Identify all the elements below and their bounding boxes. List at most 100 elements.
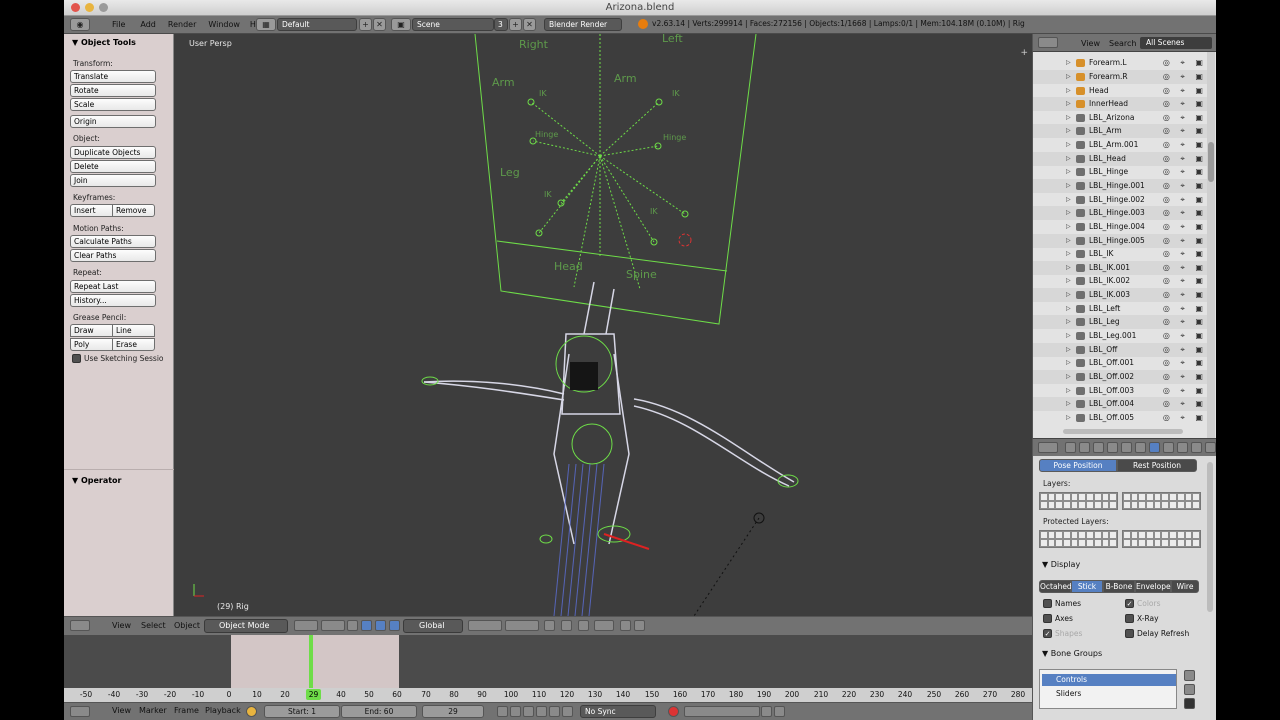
repeat-last-button[interactable]: Repeat Last	[70, 280, 156, 293]
constraints-tab-icon[interactable]	[1121, 442, 1132, 453]
visibility-icons[interactable]: ◎ ⌖ ▣	[1163, 317, 1207, 327]
scene-tab-icon[interactable]	[1079, 442, 1090, 453]
display-stick-button[interactable]: Stick	[1071, 580, 1103, 593]
visibility-icons[interactable]: ◎ ⌖ ▣	[1163, 345, 1207, 355]
list-item[interactable]: ▷ LBL_Left ◎ ⌖ ▣	[1033, 302, 1209, 316]
timeline-marker-menu[interactable]: Marker	[139, 706, 167, 715]
list-item[interactable]: ▷ LBL_Hinge ◎ ⌖ ▣	[1033, 165, 1209, 179]
erase-button[interactable]: Erase	[112, 338, 155, 351]
world-tab-icon[interactable]	[1093, 442, 1104, 453]
expand-arrow-icon[interactable]: ▷	[1066, 373, 1071, 380]
delay-refresh-checkbox[interactable]	[1125, 629, 1134, 638]
object-tab-icon[interactable]	[1107, 442, 1118, 453]
scale-manipulator-icon[interactable]	[389, 620, 400, 631]
mode-select[interactable]: Object Mode	[204, 619, 288, 633]
3d-viewport[interactable]: User Persp Right Left Arm Arm IK IK Hing…	[174, 34, 1032, 616]
display-section-header[interactable]: ▼ Display	[1042, 560, 1080, 569]
modifiers-tab-icon[interactable]	[1135, 442, 1146, 453]
object-tools-header[interactable]: ▼ Object Tools	[64, 34, 173, 50]
current-frame-field[interactable]: 29	[422, 705, 484, 718]
sync-mode-select[interactable]: No Sync	[580, 705, 656, 718]
pose-position-button[interactable]: Pose Position	[1039, 459, 1117, 472]
expand-arrow-icon[interactable]: ▷	[1066, 387, 1071, 394]
render-engine-select[interactable]: Blender Render	[544, 18, 622, 31]
armature-data-tab-icon[interactable]	[1149, 442, 1160, 453]
screen-layout-icon[interactable]: ▦	[256, 18, 276, 31]
remove-scene-icon[interactable]: ✕	[523, 18, 536, 31]
display-octahedral-button[interactable]: Octahed	[1039, 580, 1072, 593]
insert-keyframe-button[interactable]: Insert	[70, 204, 113, 217]
timeline-ruler[interactable]: -50 -40 -30 -20 -10 0 10 20 30 40 50 60 …	[64, 688, 1032, 702]
list-item[interactable]: ▷ LBL_IK.002 ◎ ⌖ ▣	[1033, 274, 1209, 288]
remove-keyframe-button[interactable]: Remove	[112, 204, 155, 217]
expand-arrow-icon[interactable]: ▷	[1066, 223, 1071, 230]
menu-window[interactable]: Window	[208, 20, 240, 29]
visibility-icons[interactable]: ◎ ⌖ ▣	[1163, 113, 1207, 123]
expand-arrow-icon[interactable]: ▷	[1066, 332, 1071, 339]
bone-groups-list[interactable]: Controls Sliders	[1039, 669, 1177, 709]
list-item[interactable]: Controls	[1042, 674, 1176, 686]
expand-arrow-icon[interactable]: ▷	[1066, 168, 1071, 175]
jump-next-key-icon[interactable]	[549, 706, 560, 717]
start-frame-field[interactable]: Start: 1	[264, 705, 340, 718]
visibility-icons[interactable]: ◎ ⌖ ▣	[1163, 195, 1207, 205]
join-button[interactable]: Join	[70, 174, 156, 187]
pivot-point-icon[interactable]	[321, 620, 345, 631]
layers-grid-2[interactable]	[1122, 492, 1201, 510]
list-item[interactable]: ▷ LBL_Off.005 ◎ ⌖ ▣	[1033, 411, 1209, 425]
rotate-manipulator-icon[interactable]	[375, 620, 386, 631]
properties-scrollbar[interactable]	[1207, 462, 1213, 612]
visibility-icons[interactable]: ◎ ⌖ ▣	[1163, 413, 1207, 423]
list-item[interactable]: ▷ LBL_Off ◎ ⌖ ▣	[1033, 343, 1209, 357]
xray-checkbox[interactable]	[1125, 614, 1134, 623]
layers-grid-1[interactable]	[1039, 492, 1118, 510]
clear-paths-button[interactable]: Clear Paths	[70, 249, 156, 262]
expand-arrow-icon[interactable]: ▷	[1066, 182, 1071, 189]
expand-arrow-icon[interactable]: ▷	[1066, 291, 1071, 298]
visibility-icons[interactable]: ◎ ⌖ ▣	[1163, 290, 1207, 300]
list-item[interactable]: ▷ LBL_Hinge.001 ◎ ⌖ ▣	[1033, 179, 1209, 193]
visibility-icons[interactable]: ◎ ⌖ ▣	[1163, 263, 1207, 273]
remove-bone-group-icon[interactable]	[1184, 684, 1195, 695]
duplicate-objects-button[interactable]: Duplicate Objects	[70, 146, 156, 159]
editor-type-properties-icon[interactable]	[1038, 442, 1058, 453]
viewport-shading-icon[interactable]	[294, 620, 318, 631]
display-wire-button[interactable]: Wire	[1171, 580, 1199, 593]
list-item[interactable]: ▷ LBL_IK.001 ◎ ⌖ ▣	[1033, 261, 1209, 275]
expand-arrow-icon[interactable]: ▷	[1066, 155, 1071, 162]
list-item[interactable]: ▷ LBL_Off.001 ◎ ⌖ ▣	[1033, 356, 1209, 370]
outliner-scroll-thumb[interactable]	[1208, 142, 1214, 182]
layer-buttons-2-icon[interactable]	[505, 620, 539, 631]
opengl-render-icon[interactable]	[620, 620, 631, 631]
delete-button[interactable]: Delete	[70, 160, 156, 173]
editor-type-3d-icon[interactable]	[70, 620, 90, 631]
draw-button[interactable]: Draw	[70, 324, 113, 337]
visibility-icons[interactable]: ◎ ⌖ ▣	[1163, 72, 1207, 82]
scene-field[interactable]: Scene	[412, 18, 494, 31]
viewport-corner-plus-icon[interactable]: +	[1020, 48, 1028, 58]
horizontal-scrollbar[interactable]	[1063, 429, 1183, 434]
display-mode-select[interactable]: All Scenes	[1140, 37, 1212, 49]
list-item[interactable]: ▷ Forearm.R ◎ ⌖ ▣	[1033, 70, 1209, 84]
object-menu[interactable]: Object	[174, 621, 200, 630]
visibility-icons[interactable]: ◎ ⌖ ▣	[1163, 372, 1207, 382]
operator-header[interactable]: ▼ Operator	[64, 472, 122, 488]
layer-buttons-icon[interactable]	[468, 620, 502, 631]
visibility-icons[interactable]: ◎ ⌖ ▣	[1163, 167, 1207, 177]
expand-arrow-icon[interactable]: ▷	[1066, 141, 1071, 148]
list-item[interactable]: ▷ LBL_Hinge.005 ◎ ⌖ ▣	[1033, 234, 1209, 248]
opengl-anim-icon[interactable]	[634, 620, 645, 631]
display-envelope-button[interactable]: Envelope	[1135, 580, 1171, 593]
bone-tab-icon[interactable]	[1163, 442, 1174, 453]
outliner-search-menu[interactable]: Search	[1109, 39, 1136, 48]
use-preview-range-icon[interactable]	[246, 706, 257, 717]
axes-checkbox[interactable]	[1043, 614, 1052, 623]
visibility-icons[interactable]: ◎ ⌖ ▣	[1163, 249, 1207, 259]
snap-element-icon[interactable]	[594, 620, 614, 631]
render-tab-icon[interactable]	[1065, 442, 1076, 453]
rotate-button[interactable]: Rotate	[70, 84, 156, 97]
history-button[interactable]: History...	[70, 294, 156, 307]
menu-file[interactable]: File	[112, 20, 125, 29]
expand-arrow-icon[interactable]: ▷	[1066, 73, 1071, 80]
list-item[interactable]: ▷ LBL_Hinge.003 ◎ ⌖ ▣	[1033, 206, 1209, 220]
